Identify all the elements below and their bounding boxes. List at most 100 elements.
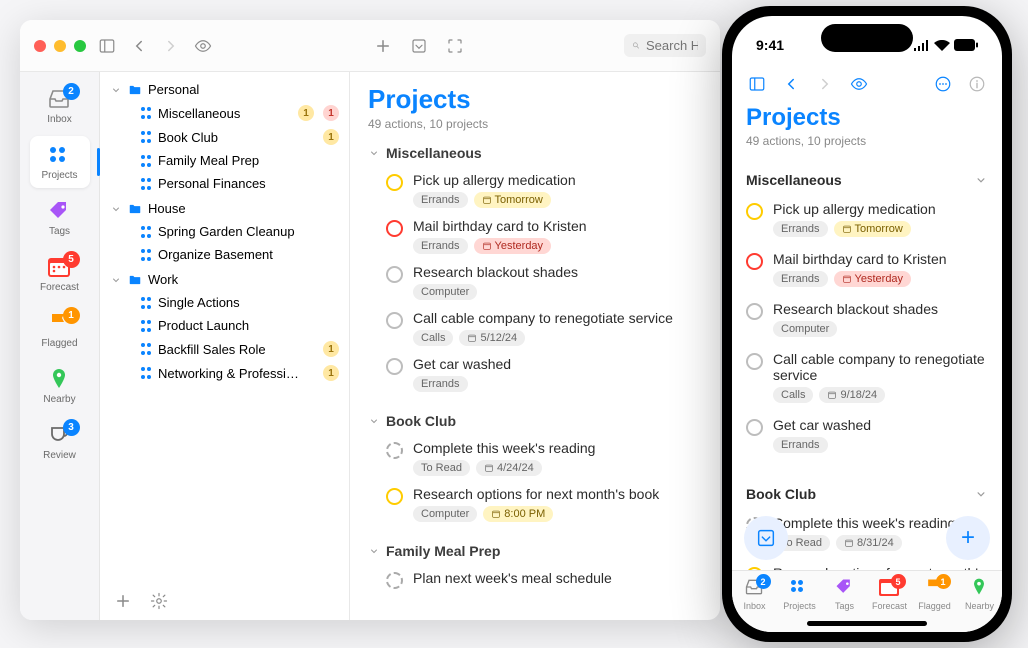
info-icon[interactable] <box>966 73 988 95</box>
task-checkbox[interactable] <box>386 266 403 283</box>
section-header[interactable]: Miscellaneous <box>746 162 988 194</box>
back-icon[interactable] <box>780 73 802 95</box>
nav-nearby[interactable]: Nearby <box>30 360 90 412</box>
task-checkbox[interactable] <box>746 353 763 370</box>
task-checkbox[interactable] <box>386 220 403 237</box>
task-row[interactable]: Pick up allergy medicationErrandsTomorro… <box>368 167 702 213</box>
quick-entry-button[interactable] <box>744 516 788 560</box>
task-checkbox[interactable] <box>746 203 763 220</box>
task-checkbox[interactable] <box>386 572 403 589</box>
folder-personal[interactable]: Personal <box>108 78 341 101</box>
folder-work[interactable]: Work <box>108 268 341 291</box>
nav-forecast[interactable]: 5Forecast <box>30 248 90 300</box>
section-header[interactable]: Miscellaneous <box>368 145 702 161</box>
task-row[interactable]: Get car washedErrands <box>746 410 988 460</box>
task-checkbox[interactable] <box>386 488 403 505</box>
sidebar-toggle-icon[interactable] <box>746 73 768 95</box>
nav-flagged[interactable]: 1Flagged <box>30 304 90 356</box>
eye-icon[interactable] <box>192 35 214 57</box>
phone-toolbar <box>732 64 1002 104</box>
task-row[interactable]: Mail birthday card to KristenErrandsYest… <box>368 213 702 259</box>
sidebar-toggle-icon[interactable] <box>96 35 118 57</box>
settings-icon[interactable] <box>148 590 170 612</box>
tab-projects[interactable]: Projects <box>778 577 822 611</box>
more-icon[interactable] <box>932 73 954 95</box>
minimize-button[interactable] <box>54 40 66 52</box>
tab-nearby[interactable]: Nearby <box>958 577 1002 611</box>
wifi-icon <box>934 40 950 51</box>
section-header[interactable]: Family Meal Prep <box>368 543 702 559</box>
iphone-screen: 9:41 Projects 49 actions, 10 projects Mi… <box>732 16 1002 632</box>
add-button[interactable]: + <box>946 516 990 560</box>
nav-review[interactable]: 3Review <box>30 416 90 468</box>
search-input[interactable] <box>646 38 698 53</box>
search-field[interactable] <box>624 34 706 57</box>
page-subtitle: 49 actions, 10 projects <box>746 134 988 148</box>
folder-house[interactable]: House <box>108 197 341 220</box>
project-item[interactable]: Single Actions <box>108 291 341 314</box>
tab-tags[interactable]: Tags <box>823 577 867 611</box>
focus-icon[interactable] <box>444 35 466 57</box>
quick-entry-icon[interactable] <box>408 35 430 57</box>
section-header[interactable]: Book Club <box>368 413 702 429</box>
project-item[interactable]: Product Launch <box>108 314 341 337</box>
task-row[interactable]: Research blackout shadesComputer <box>746 294 988 344</box>
task-checkbox[interactable] <box>386 358 403 375</box>
forward-icon[interactable] <box>160 35 182 57</box>
eye-icon[interactable] <box>848 73 870 95</box>
task-checkbox[interactable] <box>746 303 763 320</box>
task-checkbox[interactable] <box>386 312 403 329</box>
task-row[interactable]: Complete this week's readingTo Read4/24/… <box>368 435 702 481</box>
tab-flagged[interactable]: 1Flagged <box>913 577 957 611</box>
page-title: Projects <box>368 84 702 115</box>
page-title: Projects <box>746 104 988 132</box>
task-checkbox[interactable] <box>386 442 403 459</box>
add-icon[interactable] <box>372 35 394 57</box>
mac-window: 2InboxProjectsTags5Forecast1FlaggedNearb… <box>20 20 720 620</box>
task-row[interactable]: Get car washedErrands <box>368 351 702 397</box>
task-row[interactable]: Research options for next month's bookCo… <box>746 558 988 570</box>
task-row[interactable]: Call cable company to renegotiate servic… <box>368 305 702 351</box>
page-subtitle: 49 actions, 10 projects <box>368 117 702 131</box>
section-header[interactable]: Book Club <box>746 476 988 508</box>
task-checkbox[interactable] <box>386 174 403 191</box>
status-time: 9:41 <box>756 37 784 53</box>
mac-toolbar <box>20 20 720 72</box>
battery-icon <box>954 39 978 51</box>
perspective-sidebar: 2InboxProjectsTags5Forecast1FlaggedNearb… <box>20 72 100 620</box>
project-item[interactable]: Personal Finances <box>108 172 341 195</box>
task-checkbox[interactable] <box>746 253 763 270</box>
phone-content: Projects 49 actions, 10 projects Miscell… <box>732 104 1002 570</box>
home-indicator <box>807 621 927 626</box>
nav-projects[interactable]: Projects <box>30 136 90 188</box>
project-item[interactable]: Family Meal Prep <box>108 149 341 172</box>
back-icon[interactable] <box>128 35 150 57</box>
task-row[interactable]: Pick up allergy medicationErrandsTomorro… <box>746 194 988 244</box>
project-item[interactable]: Backfill Sales Role1 <box>108 337 341 361</box>
task-row[interactable]: Research blackout shadesComputer <box>368 259 702 305</box>
project-item[interactable]: Book Club1 <box>108 125 341 149</box>
nav-tags[interactable]: Tags <box>30 192 90 244</box>
add-item-icon[interactable] <box>112 590 134 612</box>
project-outline: PersonalMiscellaneous11Book Club1Family … <box>100 72 350 620</box>
project-item[interactable]: Miscellaneous11 <box>108 101 341 125</box>
task-row[interactable]: Plan next week's meal schedule <box>368 565 702 594</box>
task-row[interactable]: Call cable company to renegotiate servic… <box>746 344 988 410</box>
task-row[interactable]: Mail birthday card to KristenErrandsYest… <box>746 244 988 294</box>
tab-forecast[interactable]: 5Forecast <box>868 577 912 611</box>
signal-icon <box>913 40 930 51</box>
task-row[interactable]: Research options for next month's bookCo… <box>368 481 702 527</box>
main-content: Projects 49 actions, 10 projects Miscell… <box>350 72 720 620</box>
outline-bottom-bar <box>112 590 170 612</box>
forward-icon[interactable] <box>814 73 836 95</box>
nav-inbox[interactable]: 2Inbox <box>30 80 90 132</box>
tab-inbox[interactable]: 2Inbox <box>733 577 777 611</box>
project-item[interactable]: Spring Garden Cleanup <box>108 220 341 243</box>
project-item[interactable]: Organize Basement <box>108 243 341 266</box>
task-checkbox[interactable] <box>746 419 763 436</box>
project-item[interactable]: Networking & Professi…1 <box>108 361 341 385</box>
close-button[interactable] <box>34 40 46 52</box>
zoom-button[interactable] <box>74 40 86 52</box>
dynamic-island <box>821 24 913 52</box>
iphone-frame: 9:41 Projects 49 actions, 10 projects Mi… <box>722 6 1012 642</box>
